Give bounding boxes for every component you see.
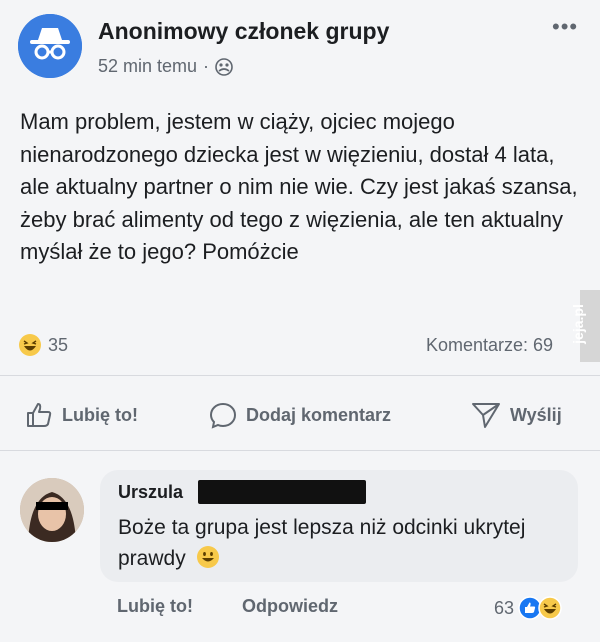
laugh-reaction-icon	[538, 596, 562, 620]
send-icon	[472, 403, 500, 428]
comment-reply-button[interactable]: Odpowiedz	[242, 596, 338, 617]
more-options-button[interactable]: •••	[552, 14, 578, 40]
post-text: Mam problem, jestem w ciąży, ojciec moje…	[20, 109, 578, 264]
watermark: jeja.pl	[570, 290, 600, 362]
like-button[interactable]: Lubię to!	[24, 400, 138, 430]
comment-author[interactable]: Urszula	[118, 482, 183, 503]
like-icon	[27, 403, 52, 427]
divider	[0, 450, 600, 451]
comment-label: Dodaj komentarz	[246, 404, 392, 425]
post-time[interactable]: 52 min temu	[98, 56, 197, 77]
comment-text: Boże ta grupa jest lepsza niż odcinki uk…	[118, 512, 573, 574]
reaction-icons	[518, 596, 562, 620]
anonymous-avatar[interactable]	[18, 14, 82, 78]
meta-separator: ·	[203, 56, 210, 76]
divider	[0, 375, 600, 376]
profile-photo	[20, 478, 84, 542]
comment-icon	[209, 402, 237, 429]
redaction-bar	[198, 480, 366, 504]
comment-like-button[interactable]: Lubię to!	[117, 596, 193, 617]
comment-text-content: Boże ta grupa jest lepsza niż odcinki uk…	[118, 516, 526, 570]
post-meta: 52 min temu ·	[98, 56, 233, 77]
group-icon	[215, 57, 233, 76]
comment-reactions-count: 63	[494, 597, 515, 618]
smile-emoji-icon	[196, 546, 219, 568]
post-reactions[interactable]: 35	[18, 333, 68, 357]
like-label: Lubię to!	[62, 404, 138, 425]
commenter-avatar[interactable]	[20, 478, 84, 542]
incognito-icon	[18, 14, 82, 78]
laugh-emoji-icon	[19, 334, 41, 356]
comment-reactions[interactable]: 63	[494, 596, 564, 620]
send-button[interactable]: Wyślij	[470, 400, 562, 430]
watermark-text: jeja.pl	[569, 304, 586, 344]
send-label: Wyślij	[510, 404, 562, 425]
comment-button[interactable]: Dodaj komentarz	[208, 400, 391, 430]
comments-count[interactable]: Komentarze: 69	[426, 335, 553, 356]
reactions-count: 35	[48, 334, 69, 355]
post-author[interactable]: Anonimowy członek grupy	[98, 18, 389, 45]
